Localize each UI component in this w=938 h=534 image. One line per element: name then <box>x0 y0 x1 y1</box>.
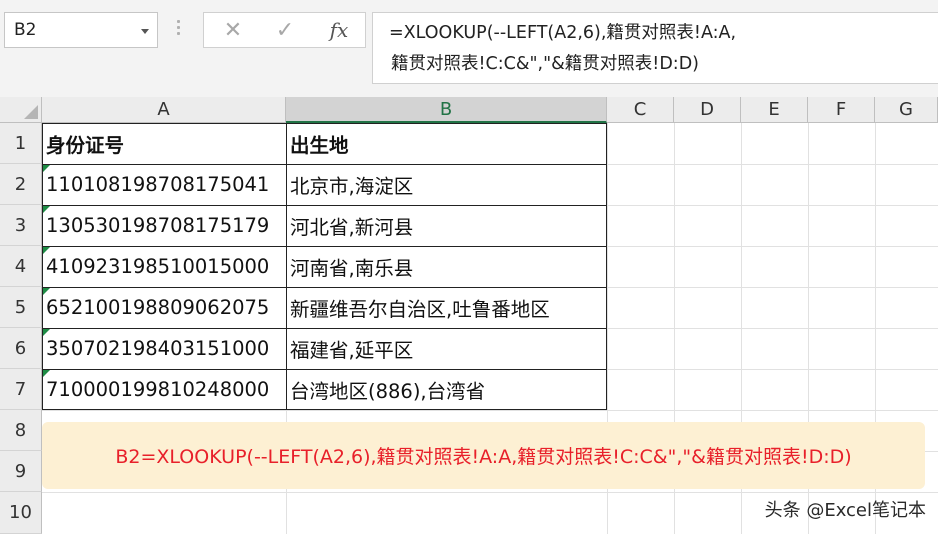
cell-a7-value: 710000199810248000 <box>46 378 270 401</box>
table-border-line <box>42 328 607 329</box>
chevron-down-icon[interactable] <box>141 29 149 34</box>
cancel-icon[interactable]: ✕ <box>208 13 258 47</box>
column-header-c[interactable]: C <box>607 97 674 123</box>
cell-b3[interactable]: 河北省,新河县 <box>286 205 607 246</box>
cell-a5-value: 652100198809062075 <box>46 296 270 319</box>
cell-a4[interactable]: 410923198510015000 <box>42 246 286 287</box>
name-box-value: B2 <box>14 20 37 40</box>
table-border-line <box>42 205 607 206</box>
row-header-2[interactable]: 2 <box>0 164 42 205</box>
cell-a4-value: 410923198510015000 <box>46 255 270 278</box>
insert-function-icon[interactable]: fx <box>314 13 364 47</box>
error-indicator-icon <box>43 329 50 336</box>
watermark: 头条 @Excel笔记本 <box>764 500 926 521</box>
error-indicator-icon <box>43 206 50 213</box>
cell-b4[interactable]: 河南省,南乐县 <box>286 246 607 287</box>
row-header-6[interactable]: 6 <box>0 328 42 369</box>
row-header-8[interactable]: 8 <box>0 410 42 451</box>
formula-text-line-1: =XLOOKUP(--LEFT(A2,6),籍贯对照表!A:A, <box>389 23 737 43</box>
formula-buttons: ✕ ✓ fx <box>203 12 366 48</box>
table-border-line <box>42 164 607 165</box>
gridline <box>42 492 938 493</box>
column-header-f[interactable]: F <box>808 97 875 123</box>
formula-text-line-2: 籍贯对照表!C:C&","&籍贯对照表!D:D) <box>391 54 699 74</box>
row-header-7[interactable]: 7 <box>0 369 42 410</box>
gridline <box>42 410 938 411</box>
column-header-a[interactable]: A <box>42 97 286 123</box>
check-icon[interactable]: ✓ <box>260 13 310 47</box>
cell-a6[interactable]: 350702198403151000 <box>42 328 286 369</box>
error-indicator-icon <box>43 165 50 172</box>
row-header-5[interactable]: 5 <box>0 287 42 328</box>
cell-a1[interactable]: 身份证号 <box>42 123 286 164</box>
select-all-triangle-icon <box>24 105 38 119</box>
worksheet-grid: A B C D E F G 1 2 3 4 5 6 7 8 9 10 身份证号 … <box>0 97 938 534</box>
cell-b2[interactable]: 北京市,海淀区 <box>286 164 607 205</box>
column-header-b[interactable]: B <box>286 97 607 123</box>
row-header-4[interactable]: 4 <box>0 246 42 287</box>
error-indicator-icon <box>43 370 50 377</box>
cell-a5[interactable]: 652100198809062075 <box>42 287 286 328</box>
column-header-e[interactable]: E <box>741 97 808 123</box>
formula-input[interactable]: =XLOOKUP(--LEFT(A2,6),籍贯对照表!A:A, 籍贯对照表!C… <box>372 12 938 84</box>
cell-a2[interactable]: 110108198708175041 <box>42 164 286 205</box>
grip-handle-icon[interactable] <box>175 20 181 40</box>
column-header-d[interactable]: D <box>674 97 741 123</box>
formula-bar-area: B2 ✕ ✓ fx =XLOOKUP(--LEFT(A2,6),籍贯对照表!A:… <box>0 0 938 97</box>
column-header-g[interactable]: G <box>875 97 938 123</box>
row-header-9[interactable]: 9 <box>0 451 42 492</box>
error-indicator-icon <box>43 247 50 254</box>
cell-a2-value: 110108198708175041 <box>46 173 270 196</box>
cell-b5[interactable]: 新疆维吾尔自治区,吐鲁番地区 <box>286 287 607 328</box>
table-border-line <box>286 123 287 410</box>
table-border-line <box>42 369 607 370</box>
table-border-line <box>42 287 607 288</box>
name-box[interactable]: B2 <box>4 12 158 48</box>
row-header-3[interactable]: 3 <box>0 205 42 246</box>
row-header-1[interactable]: 1 <box>0 123 42 164</box>
cell-b7[interactable]: 台湾地区(886),台湾省 <box>286 369 607 410</box>
cell-a3-value: 130530198708175179 <box>46 214 270 237</box>
row-header-10[interactable]: 10 <box>0 492 42 534</box>
cell-b1[interactable]: 出生地 <box>286 123 607 164</box>
cell-a3[interactable]: 130530198708175179 <box>42 205 286 246</box>
cell-a6-value: 350702198403151000 <box>46 337 270 360</box>
select-all-button[interactable] <box>0 97 42 123</box>
table-border-line <box>42 246 607 247</box>
cell-b6[interactable]: 福建省,延平区 <box>286 328 607 369</box>
cell-a7[interactable]: 710000199810248000 <box>42 369 286 410</box>
formula-note: B2=XLOOKUP(--LEFT(A2,6),籍贯对照表!A:A,籍贯对照表!… <box>42 422 925 489</box>
error-indicator-icon <box>43 288 50 295</box>
